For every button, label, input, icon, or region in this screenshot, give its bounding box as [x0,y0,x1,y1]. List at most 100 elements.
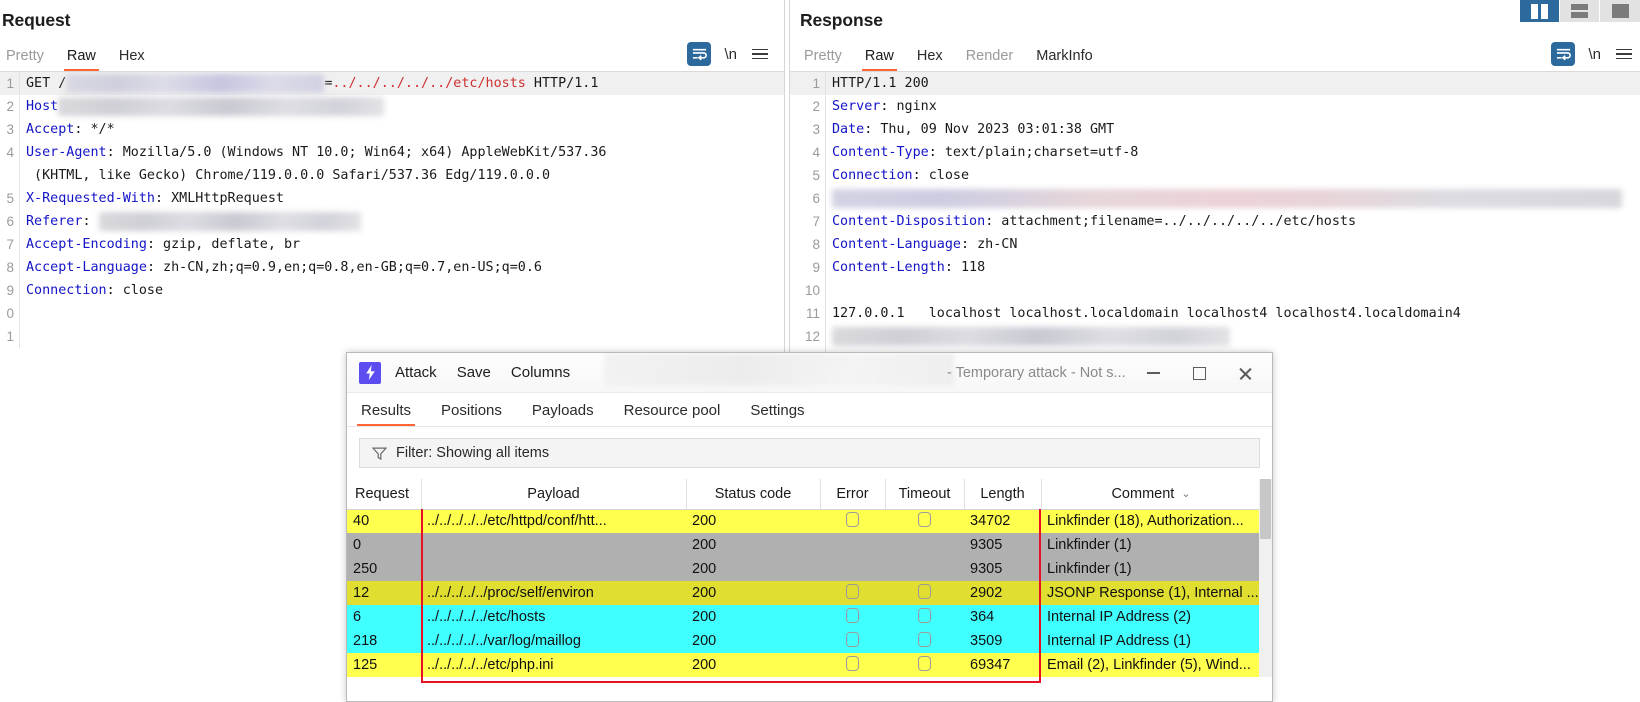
timeout-checkbox[interactable] [918,655,931,671]
response-tab-render[interactable]: Render [966,48,1014,71]
request-tab-pretty[interactable]: Pretty [6,48,44,71]
response-message-editor[interactable]: 1 HTTP/1.1 200 2 Server: nginx 3 Date: Thu, 0… [790,71,1640,371]
column-header-error[interactable]: Error [820,479,886,510]
filter-bar[interactable]: Filter: Showing all items [359,438,1260,468]
intruder-tab-payloads[interactable]: Payloads [532,402,594,426]
word-wrap-icon[interactable] [687,42,712,66]
intruder-tabs: Results Positions Payloads Resource pool Set… [347,393,1272,427]
cell-status-code: 200 [692,513,717,530]
split-horizontal-button[interactable] [1560,0,1600,22]
text-run: HTTP/1.1 200 [832,76,929,91]
text-run: : close [106,283,164,298]
results-scrollbar[interactable] [1259,479,1272,677]
response-tab-markinfo[interactable]: MarkInfo [1036,48,1092,71]
intruder-title-bar[interactable]: Attack Save Columns - Temporary attack - N… [347,353,1272,393]
table-row[interactable]: 250 200 9305 Linkfinder (1) [347,557,1261,581]
filter-label: Filter: Showing all items [396,445,550,461]
cell-comment: Linkfinder (18), Authorization... [1047,513,1244,530]
newline-toggle[interactable]: \n [724,46,737,63]
table-row[interactable]: 12 ../../../../../proc/self/environ 200 290… [347,581,1261,605]
cell-payload [421,533,686,557]
request-tab-raw[interactable]: Raw [63,48,99,71]
line-number: 2 [790,95,826,118]
error-checkbox[interactable] [846,607,859,623]
error-checkbox[interactable] [846,655,859,671]
table-row[interactable]: 40 ../../../../../etc/httpd/conf/htt... 20… [347,509,1261,533]
timeout-checkbox[interactable] [918,631,931,647]
line-content: Host [20,95,784,118]
line-number: 7 [0,233,20,256]
request-tab-hex[interactable]: Hex [119,48,145,71]
timeout-checkbox[interactable] [918,583,931,599]
column-header-payload[interactable]: Payload [421,479,687,510]
results-scrollbar-thumb[interactable] [1260,479,1271,539]
table-row[interactable]: 0 200 9305 Linkfinder (1) [347,533,1261,557]
maximize-button[interactable] [1176,353,1222,393]
newline-toggle[interactable]: \n [1588,46,1601,63]
table-row[interactable]: 6 ../../../../../etc/hosts 200 364 Internal … [347,605,1261,629]
intruder-window-title: - Temporary attack - Not s... [947,364,1126,381]
request-line: 9 Connection: close [0,279,784,302]
line-content: Connection: close [20,279,784,302]
chevron-down-icon: ⌄ [1181,488,1191,501]
cell-status-code: 200 [692,633,717,649]
intruder-tab-positions[interactable]: Positions [441,402,502,426]
request-message-editor[interactable]: 1 GET / =../../../../../etc/hosts HTTP/1.1… [0,71,784,351]
timeout-checkbox[interactable] [918,607,931,623]
cell-timeout [885,581,964,605]
intruder-menu-attack[interactable]: Attack [395,364,437,381]
cell-error [820,605,885,629]
intruder-attack-window: Attack Save Columns - Temporary attack - N… [346,352,1273,702]
intruder-menu-save[interactable]: Save [457,364,491,381]
column-header-timeout[interactable]: Timeout [885,479,965,510]
response-tab-hex[interactable]: Hex [917,48,943,71]
intruder-tab-settings[interactable]: Settings [750,402,804,426]
response-line: 1 HTTP/1.1 200 [790,72,1640,95]
column-header-status-code[interactable]: Status code [686,479,821,510]
line-number: 9 [790,256,826,279]
table-row[interactable]: 125 ../../../../../etc/php.ini 200 69347 Ema… [347,653,1261,677]
column-header-length[interactable]: Length [964,479,1042,510]
cell-comment: Internal IP Address (2) [1047,609,1192,625]
text-run: : close [912,168,970,183]
error-checkbox[interactable] [846,511,859,527]
column-header-request[interactable]: Request [347,479,422,510]
cell-comment: Email (2), Linkfinder (5), Wind... [1047,657,1251,673]
cell-payload: ../../../../../var/log/maillog [427,633,581,649]
text-run: HTTP/1.1 [525,76,599,91]
intruder-tab-resource-pool[interactable]: Resource pool [624,402,721,426]
line-number: 4 [0,141,20,187]
table-row[interactable]: 218 ../../../../../var/log/maillog 200 3509… [347,629,1261,653]
minimize-button[interactable] [1130,353,1176,393]
intruder-tab-results[interactable]: Results [356,402,416,426]
funnel-icon [372,447,387,460]
timeout-checkbox[interactable] [918,511,931,527]
cell-length: 2902 [970,585,1003,601]
hamburger-menu-icon[interactable] [1614,47,1634,62]
redacted-text [66,73,325,93]
intruder-menu-columns[interactable]: Columns [511,364,570,381]
text-run: : */* [74,122,115,137]
cell-status-code: 200 [692,585,717,601]
cell-request: 0 [353,537,362,553]
line-number: 6 [0,210,20,233]
response-tab-raw[interactable]: Raw [861,48,897,71]
error-checkbox[interactable] [846,631,859,647]
cell-timeout [885,629,964,653]
single-pane-button[interactable] [1600,0,1640,22]
text-run: : text/plain;charset=utf-8 [928,145,1139,160]
line-content: User-Agent: Mozilla/5.0 (Windows NT 10.0… [20,141,784,187]
response-tab-pretty[interactable]: Pretty [804,48,842,71]
word-wrap-icon[interactable] [1551,42,1576,66]
response-tabs-row: Pretty Raw Hex Render MarkInfo \n [790,37,1640,71]
response-line: 9 Content-Length: 118 [790,256,1640,279]
column-header-comment[interactable]: Comment ⌄ [1041,479,1262,510]
text-run: : Mozilla/5.0 (Windows NT 10.0; Win64; x… [34,145,607,183]
cell-payload: ../../../../../etc/php.ini [427,657,554,673]
redacted-text [832,326,1230,346]
results-table: Request Payload Status code Error Timeout Len… [347,479,1262,677]
close-button[interactable] [1222,353,1268,393]
split-vertical-button[interactable] [1520,0,1560,22]
hamburger-menu-icon[interactable] [750,47,770,62]
error-checkbox[interactable] [846,583,859,599]
